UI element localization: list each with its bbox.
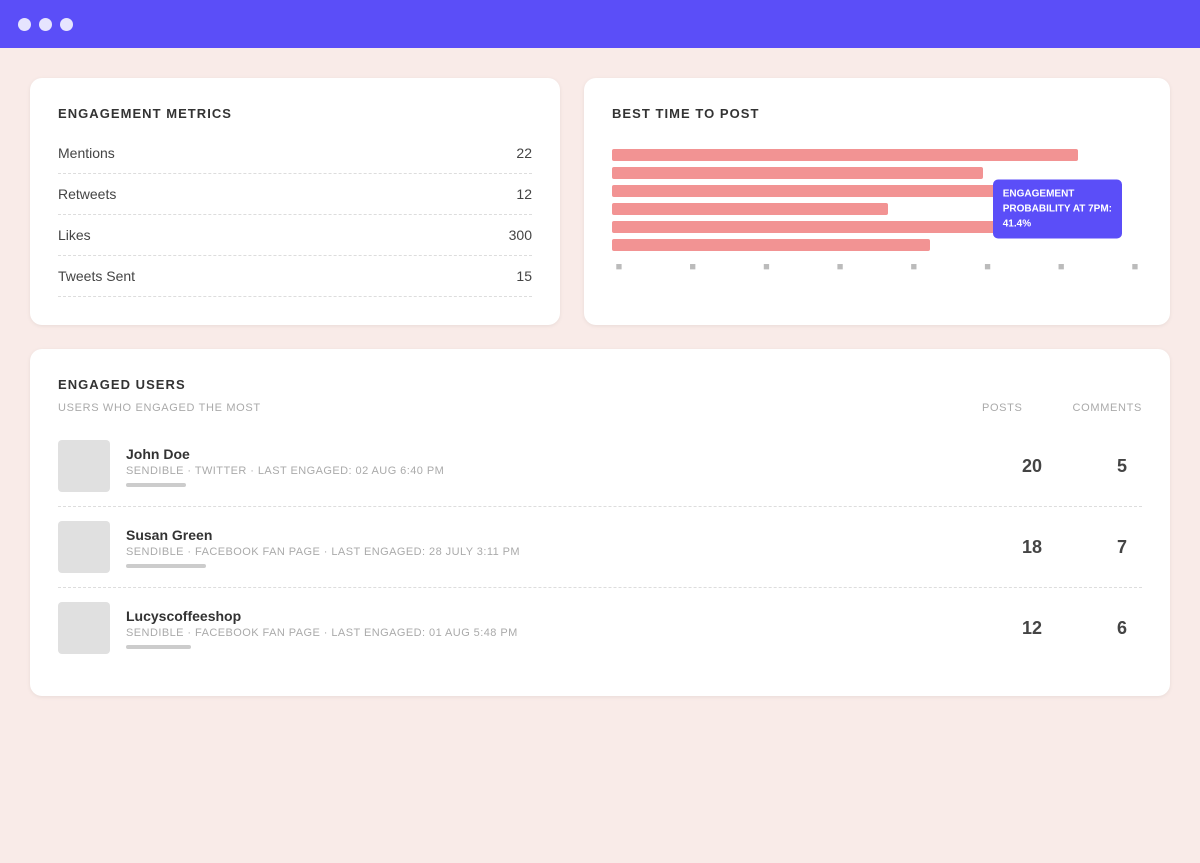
avatar (58, 440, 110, 492)
chart-tooltip: ENGAGEMENTPROBABILITY AT 7PM:41.4% (993, 180, 1122, 239)
main-content: ENGAGEMENT METRICS Mentions 22 Retweets … (0, 48, 1200, 726)
chart-bar (612, 221, 1004, 233)
metric-value: 12 (516, 186, 532, 202)
chart-x-axis: ■ ■ ■ ■ ■ ■ ■ ■ (612, 261, 1142, 273)
metric-value: 300 (509, 227, 532, 243)
x-axis-label: ■ (614, 261, 624, 273)
engaged-users-subheader: USERS WHO ENGAGED THE MOST POSTS COMMENT… (58, 402, 1142, 414)
chart-bar (612, 239, 930, 251)
user-meta: SENDIBLE · FACEBOOK FAN PAGE · LAST ENGA… (126, 627, 996, 639)
user-bar (126, 483, 186, 487)
metric-label: Likes (58, 227, 91, 243)
chart-bar-row (612, 239, 1142, 251)
metric-row: Tweets Sent 15 (58, 256, 532, 297)
user-comments: 7 (1102, 537, 1142, 558)
chart-bar (612, 167, 983, 179)
user-posts: 20 (1012, 456, 1052, 477)
col-header-comments: COMMENTS (1073, 402, 1142, 414)
avatar (58, 602, 110, 654)
chart-bar (612, 203, 888, 215)
user-info: Susan Green SENDIBLE · FACEBOOK FAN PAGE… (126, 527, 996, 568)
user-comments: 6 (1102, 618, 1142, 639)
sub-label: USERS WHO ENGAGED THE MOST (58, 402, 261, 414)
best-time-card: BEST TIME TO POST ENGAGEMENTPROBABILITY … (584, 78, 1170, 325)
metric-label: Retweets (58, 186, 116, 202)
top-row: ENGAGEMENT METRICS Mentions 22 Retweets … (30, 78, 1170, 325)
chart-bar-row (612, 167, 1142, 179)
user-stats: 12 6 (1012, 618, 1142, 639)
col-headers: POSTS COMMENTS (982, 402, 1142, 414)
titlebar (0, 0, 1200, 48)
best-time-chart: ENGAGEMENTPROBABILITY AT 7PM:41.4%■■■■■■… (612, 141, 1142, 273)
metric-value: 22 (516, 145, 532, 161)
chart-bar-row (612, 149, 1142, 161)
engagement-metrics-title: ENGAGEMENT METRICS (58, 106, 532, 121)
user-stats: 20 5 (1012, 456, 1142, 477)
user-info: Lucyscoffeeshop SENDIBLE · FACEBOOK FAN … (126, 608, 996, 649)
user-comments: 5 (1102, 456, 1142, 477)
user-row: John Doe SENDIBLE · TWITTER · LAST ENGAG… (58, 426, 1142, 507)
best-time-title: BEST TIME TO POST (612, 106, 1142, 121)
chart-bar-row: ENGAGEMENTPROBABILITY AT 7PM:41.4% (612, 203, 1142, 215)
metric-value: 15 (516, 268, 532, 284)
user-stats: 18 7 (1012, 537, 1142, 558)
users-list: John Doe SENDIBLE · TWITTER · LAST ENGAG… (58, 426, 1142, 668)
titlebar-dot-3 (60, 18, 73, 31)
engaged-users-header: ENGAGED USERS (58, 377, 1142, 392)
engagement-metrics-card: ENGAGEMENT METRICS Mentions 22 Retweets … (30, 78, 560, 325)
x-axis-label: ■ (688, 261, 698, 273)
metric-row: Retweets 12 (58, 174, 532, 215)
col-header-posts: POSTS (982, 402, 1023, 414)
user-name: John Doe (126, 446, 996, 462)
user-name: Lucyscoffeeshop (126, 608, 996, 624)
metric-label: Mentions (58, 145, 115, 161)
x-axis-label: ■ (835, 261, 845, 273)
avatar (58, 521, 110, 573)
user-bar (126, 564, 206, 568)
user-info: John Doe SENDIBLE · TWITTER · LAST ENGAG… (126, 446, 996, 487)
metric-row: Likes 300 (58, 215, 532, 256)
titlebar-dot-2 (39, 18, 52, 31)
x-axis-label: ■ (909, 261, 919, 273)
x-axis-label: ■ (761, 261, 771, 273)
user-name: Susan Green (126, 527, 996, 543)
x-axis-label: ■ (1056, 261, 1066, 273)
titlebar-dot-1 (18, 18, 31, 31)
user-posts: 12 (1012, 618, 1052, 639)
metric-row: Mentions 22 (58, 141, 532, 174)
user-meta: SENDIBLE · TWITTER · LAST ENGAGED: 02 AU… (126, 465, 996, 477)
chart-bar (612, 149, 1078, 161)
user-meta: SENDIBLE · FACEBOOK FAN PAGE · LAST ENGA… (126, 546, 996, 558)
user-row: Lucyscoffeeshop SENDIBLE · FACEBOOK FAN … (58, 588, 1142, 668)
user-bar (126, 645, 191, 649)
user-posts: 18 (1012, 537, 1052, 558)
user-row: Susan Green SENDIBLE · FACEBOOK FAN PAGE… (58, 507, 1142, 588)
engaged-users-card: ENGAGED USERS USERS WHO ENGAGED THE MOST… (30, 349, 1170, 696)
engaged-users-title: ENGAGED USERS (58, 377, 186, 392)
x-axis-label: ■ (983, 261, 993, 273)
x-axis-label: ■ (1130, 261, 1140, 273)
metrics-list: Mentions 22 Retweets 12 Likes 300 Tweets… (58, 141, 532, 297)
metric-label: Tweets Sent (58, 268, 135, 284)
